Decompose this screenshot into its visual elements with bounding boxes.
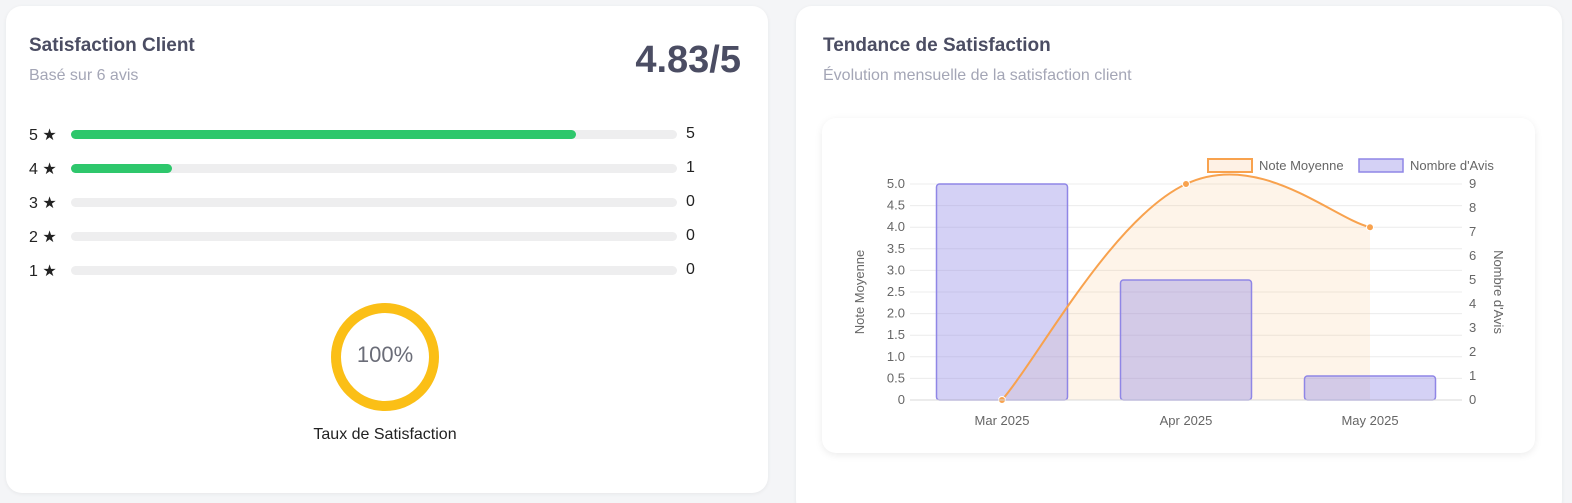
satisfaction-title: Satisfaction Client <box>29 35 195 56</box>
trend-card: Tendance de Satisfaction Évolution mensu… <box>796 6 1562 503</box>
rating-count: 0 <box>686 193 695 210</box>
rating-label: 1 ★ <box>29 263 57 280</box>
y-right-axis-title: Nombre d'Avis <box>1491 250 1506 334</box>
y-right-tick-label: 3 <box>1469 320 1476 335</box>
y-right-tick-label: 8 <box>1469 200 1476 215</box>
rating-label: 4 ★ <box>29 161 57 178</box>
gauge-label: Taux de Satisfaction <box>313 426 457 443</box>
legend-label-nombre-avis: Nombre d'Avis <box>1410 158 1494 173</box>
y-left-tick-label: 1.0 <box>887 349 905 364</box>
y-left-tick-label: 2.5 <box>887 284 905 299</box>
y-right-tick-label: 0 <box>1469 392 1476 407</box>
x-tick-label: Apr 2025 <box>1160 413 1213 428</box>
rating-track <box>71 266 677 275</box>
rating-row-2: 2 ★ 0 <box>29 225 729 247</box>
rating-fill <box>71 164 173 173</box>
trend-chart-svg: 0 0.5 1.0 1.5 2.0 2.5 3.0 3.5 4.0 4.5 5.0 0 1 2 3 4 5 6 7 8… <box>852 158 1506 428</box>
rating-count: 5 <box>686 125 695 142</box>
x-tick-label: Mar 2025 <box>975 413 1030 428</box>
y-right-tick-label: 9 <box>1469 176 1476 191</box>
y-left-tick-label: 4.5 <box>887 198 905 213</box>
legend-swatch-nombre-avis <box>1358 158 1404 173</box>
y-left-tick-label: 0 <box>898 392 905 407</box>
y-right-tick-label: 5 <box>1469 272 1476 287</box>
y-left-tick-label: 1.5 <box>887 327 905 342</box>
y-right-tick-label: 4 <box>1469 296 1476 311</box>
rating-label: 5 ★ <box>29 127 57 144</box>
avis-bar <box>1303 375 1437 401</box>
y-left-tick-label: 0.5 <box>887 370 905 385</box>
y-left-tick-label: 3.0 <box>887 262 905 277</box>
rating-fill <box>71 130 576 139</box>
rating-track <box>71 198 677 207</box>
y-right-tick-label: 1 <box>1469 368 1476 383</box>
trend-chart: 0 0.5 1.0 1.5 2.0 2.5 3.0 3.5 4.0 4.5 5.0 0 1 2 3 4 5 6 7 8… <box>822 118 1535 453</box>
y-right-tick-label: 6 <box>1469 248 1476 263</box>
rating-label: 2 ★ <box>29 229 57 246</box>
gauge-value: 100% <box>356 342 414 367</box>
note-moyenne-point <box>1366 223 1374 232</box>
y-left-tick-label: 4.0 <box>887 219 905 234</box>
rating-track <box>71 164 677 173</box>
legend-label-note-moyenne: Note Moyenne <box>1259 158 1344 173</box>
y-right-tick-label: 7 <box>1469 224 1476 239</box>
trend-title: Tendance de Satisfaction <box>823 35 1051 56</box>
legend-swatch-note-moyenne <box>1207 158 1253 173</box>
rating-row-4: 4 ★ 1 <box>29 157 729 179</box>
y-right-tick-label: 2 <box>1469 344 1476 359</box>
rating-count: 0 <box>686 261 695 278</box>
rating-row-3: 3 ★ 0 <box>29 191 729 213</box>
rating-track <box>71 130 677 139</box>
y-left-axis-title: Note Moyenne <box>852 250 867 335</box>
average-score: 4.83/5 <box>635 39 741 81</box>
rating-row-5: 5 ★ 5 <box>29 123 729 145</box>
avis-bar <box>935 183 1069 401</box>
avis-bar <box>1119 279 1253 401</box>
y-left-tick-label: 2.0 <box>887 306 905 321</box>
trend-subtitle: Évolution mensuelle de la satisfaction c… <box>823 67 1132 84</box>
note-moyenne-point <box>1182 180 1190 188</box>
satisfaction-subtitle: Basé sur 6 avis <box>29 67 139 84</box>
rating-label: 3 ★ <box>29 195 57 212</box>
rating-count: 0 <box>686 227 695 244</box>
rating-track <box>71 232 677 241</box>
y-left-tick-label: 5.0 <box>887 176 905 191</box>
y-left-tick-label: 3.5 <box>887 241 905 256</box>
rating-row-1: 1 ★ 0 <box>29 259 729 281</box>
satisfaction-card: Satisfaction Client Basé sur 6 avis 4.83… <box>6 6 768 493</box>
rating-count: 1 <box>686 159 695 176</box>
x-tick-label: May 2025 <box>1341 413 1398 428</box>
